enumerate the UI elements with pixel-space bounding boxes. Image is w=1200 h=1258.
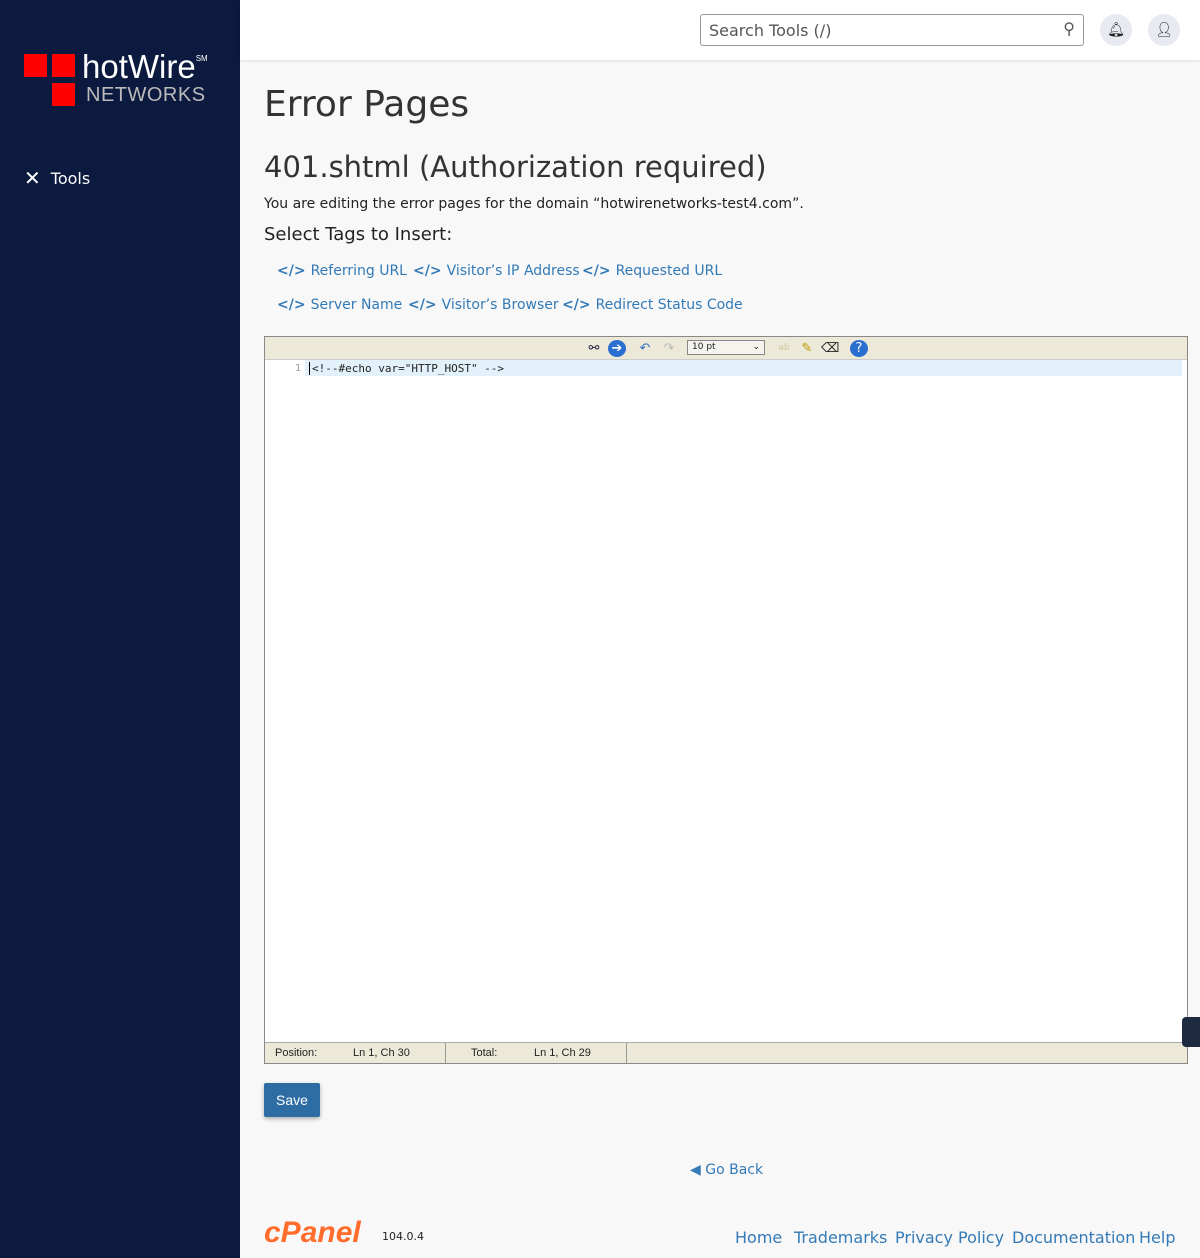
- footer-home[interactable]: Home: [735, 1228, 782, 1247]
- go-back-link[interactable]: ◀ Go Back: [690, 1162, 763, 1178]
- tag-redirect-status[interactable]: </> Redirect Status Code: [562, 297, 743, 313]
- spellcheck-icon[interactable]: ab: [775, 340, 793, 357]
- tools-icon: ✕: [24, 166, 41, 190]
- save-button[interactable]: Save: [264, 1083, 320, 1117]
- search-input[interactable]: Search Tools (/) ⚲: [700, 14, 1084, 46]
- font-size-select[interactable]: 10 pt ⌄: [687, 340, 765, 355]
- redo-icon[interactable]: ↷: [660, 340, 678, 357]
- user-icon[interactable]: 👤︎: [1148, 14, 1180, 46]
- code-icon: </>: [562, 297, 591, 313]
- sidebar: hotWireSM NETWORKS ✕ Tools: [0, 0, 240, 1258]
- go-to-line-icon[interactable]: ➔: [608, 340, 626, 357]
- chart-tab[interactable]: [1182, 1017, 1200, 1047]
- search-icon[interactable]: ⚯: [585, 340, 603, 357]
- tag-visitor-ip[interactable]: </> Visitor’s IP Address: [413, 263, 580, 279]
- code-icon: </>: [277, 263, 306, 279]
- bell-icon[interactable]: 🔔︎: [1100, 14, 1132, 46]
- footer-help[interactable]: Help: [1139, 1228, 1175, 1247]
- select-tags-label: Select Tags to Insert:: [264, 224, 453, 245]
- highlight-icon[interactable]: ✎: [798, 340, 816, 357]
- undo-icon[interactable]: ↶: [636, 340, 654, 357]
- eraser-icon[interactable]: ⌫: [821, 340, 839, 357]
- arrow-left-icon: ◀: [690, 1162, 701, 1178]
- page-subtitle: 401.shtml (Authorization required): [264, 150, 767, 184]
- code-icon: </>: [413, 263, 442, 279]
- editor-status-bar: Position: Ln 1, Ch 30 Total: Ln 1, Ch 29: [265, 1042, 1187, 1063]
- line-number: 1: [295, 363, 302, 374]
- editor-toolbar: ⚯ ➔ ↶ ↷ 10 pt ⌄ ab ✎ ⌫ ?: [265, 337, 1187, 360]
- code-icon: </>: [408, 297, 437, 313]
- footer-documentation[interactable]: Documentation: [1012, 1228, 1135, 1247]
- code-icon: </>: [277, 297, 306, 313]
- cpanel-logo[interactable]: cPanel: [264, 1216, 361, 1250]
- tag-requested-url[interactable]: </> Requested URL: [582, 263, 722, 279]
- code-line[interactable]: <!--#echo var="HTTP_HOST" -->: [309, 362, 504, 375]
- version: 104.0.4: [382, 1230, 424, 1243]
- tag-referring-url[interactable]: </> Referring URL: [277, 263, 407, 279]
- code-editor[interactable]: ⚯ ➔ ↶ ↷ 10 pt ⌄ ab ✎ ⌫ ? 1 <!--#echo var=…: [264, 336, 1188, 1064]
- tag-visitor-browser[interactable]: </> Visitor’s Browser: [408, 297, 559, 313]
- footer-trademarks[interactable]: Trademarks: [794, 1228, 887, 1247]
- tag-server-name[interactable]: </> Server Name: [277, 297, 402, 313]
- search-icon[interactable]: ⚲: [1063, 19, 1075, 38]
- page-title: Error Pages: [264, 84, 470, 125]
- description: You are editing the error pages for the …: [264, 196, 804, 212]
- footer-privacy[interactable]: Privacy Policy: [895, 1228, 1004, 1247]
- help-icon[interactable]: ?: [850, 340, 868, 357]
- sidebar-item-tools[interactable]: ✕ Tools: [24, 166, 90, 190]
- top-bar: Search Tools (/) ⚲ 🔔︎ 👤︎: [240, 0, 1200, 60]
- code-icon: </>: [582, 263, 611, 279]
